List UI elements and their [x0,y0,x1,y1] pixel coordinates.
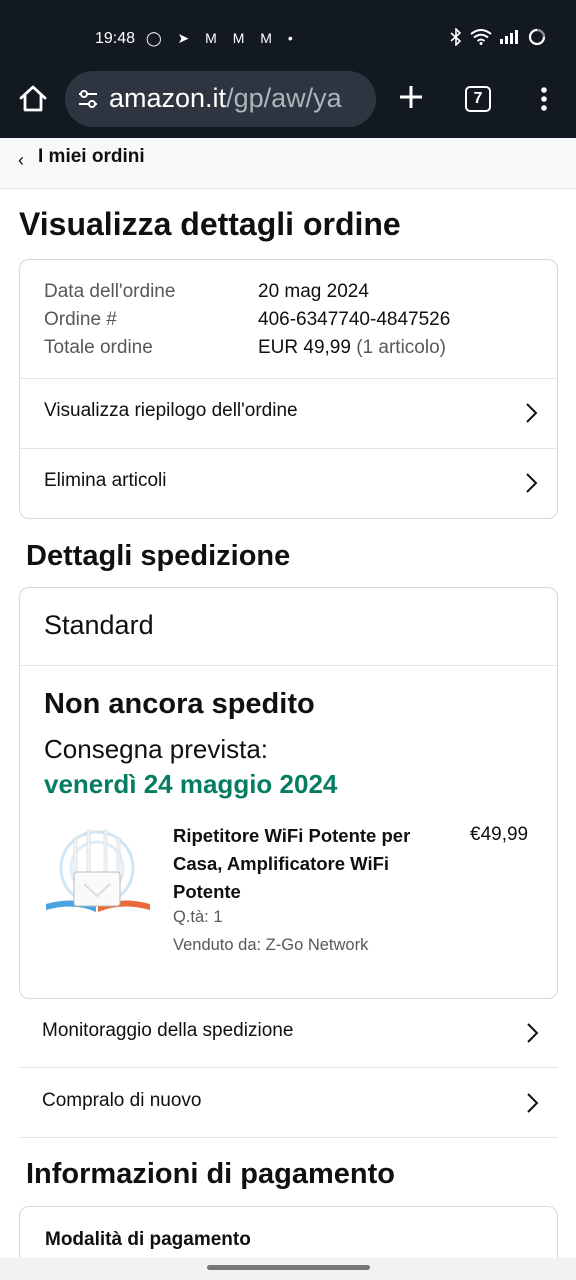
order-total-items: (1 articolo) [356,337,446,358]
tab-switcher-button[interactable]: 7 [465,86,491,112]
breadcrumb[interactable]: ‹ I miei ordini [0,138,576,189]
product-image[interactable] [44,826,150,926]
order-number-label: Ordine # [44,309,117,330]
order-total-label: Totale ordine [44,337,153,358]
delivery-estimate-label: Consegna prevista: [44,734,269,764]
url-domain: amazon.it [109,83,227,113]
order-total-value: EUR 49,99 (1 articolo) [258,337,446,359]
delete-items-label: Elimina articoli [44,470,167,491]
track-shipment-link[interactable]: Monitoraggio della spedizione [19,999,558,1068]
divider [20,665,557,666]
product-price: €49,99 [470,824,529,845]
order-date-label: Data dell'ordine [44,281,176,302]
status-bar: 19:48 ◯ ➤ M M M • [0,0,576,70]
order-summary-card: Data dell'ordine 20 mag 2024 Ordine # 40… [19,259,558,519]
track-shipment-label: Monitoraggio della spedizione [42,1020,294,1041]
chevron-right-icon [527,1023,539,1043]
status-time: 19:48 [95,30,136,47]
payment-method-title: Modalità di pagamento [45,1229,251,1250]
home-icon[interactable] [16,82,50,116]
new-tab-icon[interactable] [396,82,426,112]
battery-icon [528,28,546,46]
product-title-link[interactable]: Ripetitore WiFi Potente per Casa, Amplif… [173,822,413,906]
chevron-right-icon [527,1093,539,1113]
site-settings-icon[interactable] [77,88,99,110]
delivery-estimate-date: venerdì 24 maggio 2024 [44,769,338,799]
url-path: /gp/aw/ya [226,83,342,113]
shipping-method: Standard [44,610,154,640]
order-number-value: 406-6347740-4847526 [258,309,451,330]
chevron-right-icon [526,473,538,493]
product-seller: Venduto da: Z-Go Network [173,936,369,954]
chevron-right-icon [526,403,538,423]
view-summary-link[interactable]: Visualizza riepilogo dell'ordine [20,379,557,448]
shipping-status: Non ancora spedito [44,688,315,720]
shipping-card: Standard Non ancora spedito Consegna pre… [19,587,558,999]
buy-again-label: Compralo di nuovo [42,1090,202,1111]
order-date-value: 20 mag 2024 [258,281,369,302]
delete-items-link[interactable]: Elimina articoli [20,449,557,519]
order-total-amount: EUR 49,99 [258,337,351,358]
payment-section-title: Informazioni di pagamento [26,1158,395,1190]
page-title: Visualizza dettagli ordine [19,206,401,242]
breadcrumb-label[interactable]: I miei ordini [38,146,145,168]
more-menu-icon[interactable] [532,84,556,114]
url-text[interactable]: amazon.it/gp/aw/ya [109,83,371,114]
url-bar[interactable]: amazon.it/gp/aw/ya [65,71,376,127]
view-summary-label: Visualizza riepilogo dell'ordine [44,400,298,421]
home-indicator[interactable] [207,1265,370,1270]
browser-toolbar: amazon.it/gp/aw/ya 7 [0,70,576,138]
system-icons [450,28,546,46]
shipping-section-title: Dettagli spedizione [26,540,291,572]
bluetooth-icon [450,28,462,46]
signal-icon [500,30,518,44]
notification-icons: ◯ ➤ M M M • [146,30,299,46]
wifi-icon [470,29,492,45]
chevron-left-icon: ‹ [18,150,24,170]
buy-again-link[interactable]: Compralo di nuovo [19,1069,558,1138]
product-quantity: Q.tà: 1 [173,908,223,926]
